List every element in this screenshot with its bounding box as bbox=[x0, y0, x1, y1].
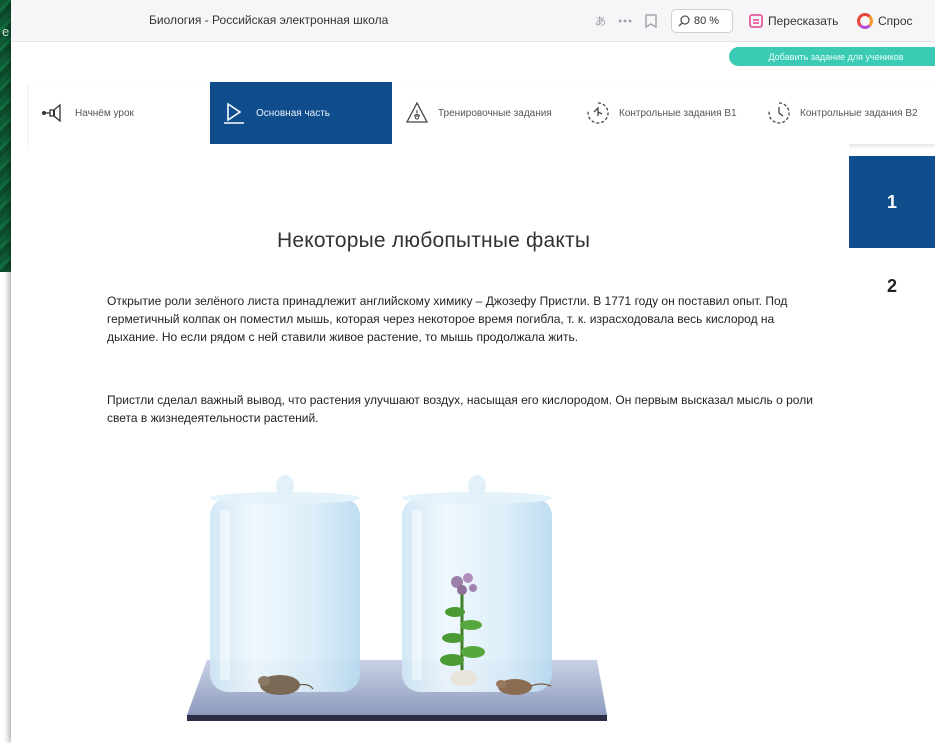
page-title: Некоторые любопытные факты bbox=[277, 229, 591, 252]
timer-icon bbox=[585, 100, 611, 126]
megaphone-icon bbox=[41, 100, 67, 126]
nav-item-control-b1[interactable]: Контрольные задания В1 bbox=[573, 82, 754, 144]
translate-icon[interactable]: あ bbox=[593, 11, 611, 31]
nav-label: Основная часть bbox=[256, 107, 331, 119]
title-bar: Биология - Российская электронная школа … bbox=[11, 0, 935, 42]
tab-title[interactable]: Биология - Российская электронная школа bbox=[149, 13, 388, 27]
nav-item-training[interactable]: Тренировочные задания bbox=[392, 82, 573, 144]
ask-label: Спрос bbox=[878, 14, 913, 28]
play-icon bbox=[222, 100, 248, 126]
timer-icon bbox=[766, 100, 792, 126]
paragraph-1: Открытие роли зелёного листа принадлежит… bbox=[107, 294, 788, 344]
nav-label: Контрольные задания В1 bbox=[619, 107, 737, 119]
nav-label: Тренировочные задания bbox=[438, 107, 552, 119]
ask-button[interactable]: Спрос bbox=[857, 9, 935, 33]
more-icon[interactable] bbox=[615, 11, 635, 31]
priestley-experiment-illustration bbox=[177, 470, 617, 730]
lesson-nav: Начнём урок Основная часть Тренировочные… bbox=[29, 82, 935, 144]
bookmark-icon[interactable] bbox=[641, 11, 661, 31]
bell-jar-right bbox=[402, 475, 552, 695]
flask-icon bbox=[404, 100, 430, 126]
zoom-value: 80 % bbox=[694, 15, 720, 27]
alice-icon bbox=[857, 13, 873, 29]
slide-navigator: 1 2 bbox=[849, 156, 935, 743]
retell-button[interactable]: Пересказать bbox=[743, 9, 849, 33]
zoom-control[interactable]: 80 % bbox=[671, 9, 733, 33]
bell-jar-left bbox=[210, 475, 360, 695]
slide-1-button[interactable]: 1 bbox=[849, 156, 935, 248]
background-window-text: e bbox=[2, 24, 10, 39]
nav-item-control-b2[interactable]: Контрольные задания В2 bbox=[754, 82, 935, 144]
retell-icon bbox=[749, 14, 763, 28]
nav-label: Начнём урок bbox=[75, 107, 134, 119]
add-task-button[interactable]: Добавить задание для учеников bbox=[729, 47, 935, 66]
zoom-icon bbox=[678, 15, 690, 27]
svg-text:あ: あ bbox=[595, 15, 606, 28]
retell-label: Пересказать bbox=[768, 14, 839, 28]
slide-2-button[interactable]: 2 bbox=[849, 248, 935, 324]
nav-label: Контрольные задания В2 bbox=[800, 107, 918, 119]
nav-item-start[interactable]: Начнём урок bbox=[29, 82, 210, 144]
paragraph-2: Пристли сделал важный вывод, что растени… bbox=[107, 393, 813, 425]
nav-item-main[interactable]: Основная часть bbox=[210, 82, 392, 144]
browser-window: Биология - Российская электронная школа … bbox=[11, 0, 935, 743]
